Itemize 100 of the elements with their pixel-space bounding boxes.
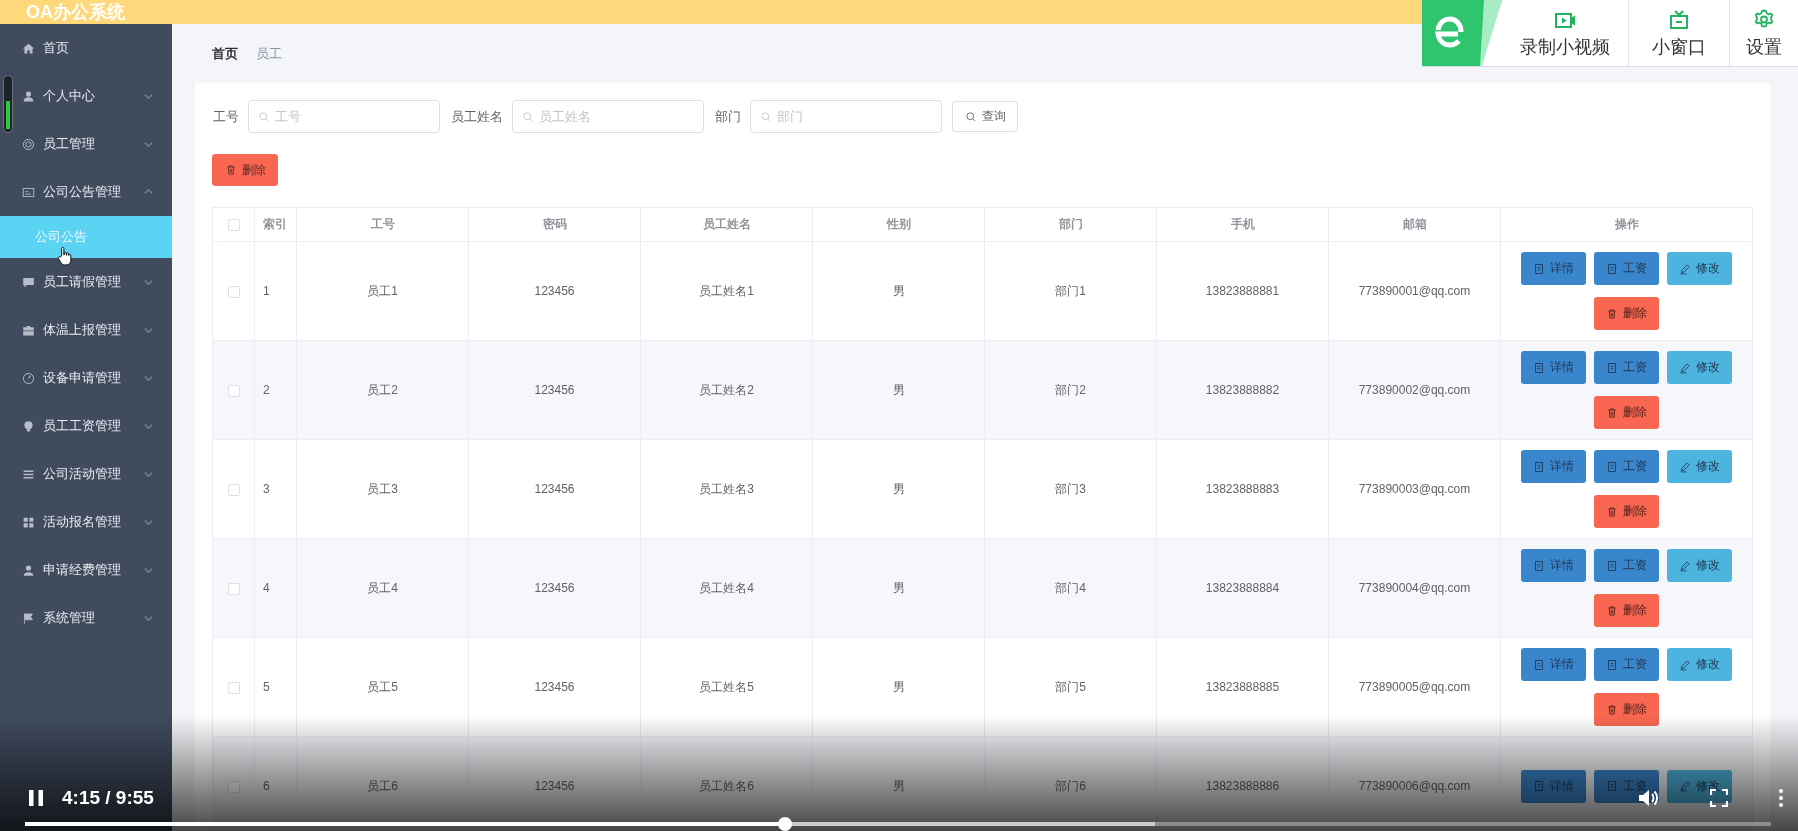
search-button[interactable]: 查询 <box>952 101 1018 132</box>
column-header: 部门 <box>984 207 1157 242</box>
table-cell: 员工1 <box>296 241 469 341</box>
breadcrumb-item[interactable]: 首页 <box>212 44 238 63</box>
file-icon <box>1533 559 1545 572</box>
action-button[interactable]: 详情 <box>1521 252 1586 285</box>
action-button[interactable]: 修改 <box>1667 549 1732 582</box>
action-button[interactable]: 工资 <box>1594 648 1659 681</box>
table-cell: 123456 <box>468 637 641 737</box>
checkbox[interactable] <box>227 681 240 694</box>
trash-icon <box>1606 307 1618 320</box>
table-cell: 4 <box>254 538 297 638</box>
file-icon <box>1533 361 1545 374</box>
table-cell: 13823888885 <box>1156 637 1329 737</box>
audio-meter-icon <box>3 75 13 133</box>
action-button[interactable]: 删除 <box>1594 297 1659 330</box>
player-tool-button[interactable]: 小窗口 <box>1629 0 1730 66</box>
action-button[interactable]: 工资 <box>1594 450 1659 483</box>
action-button[interactable]: 修改 <box>1667 450 1732 483</box>
table-cell: 773890002@qq.com <box>1328 340 1501 440</box>
sidebar-item[interactable]: 公司公告管理 <box>0 168 172 216</box>
table-cell: 123456 <box>468 538 641 638</box>
table-cell: 员工3 <box>296 439 469 539</box>
pause-icon[interactable] <box>28 789 44 807</box>
field-label: 员工姓名 <box>451 107 503 126</box>
sidebar-item[interactable]: 员工管理 <box>0 120 172 168</box>
action-button[interactable]: 删除 <box>1594 495 1659 528</box>
table-cell: 员工姓名4 <box>640 538 813 638</box>
checkbox[interactable] <box>227 780 240 793</box>
table-cell: 5 <box>254 637 297 737</box>
file-icon <box>1606 262 1618 275</box>
field-label: 部门 <box>715 107 741 126</box>
table-cell: 13823888884 <box>1156 538 1329 638</box>
table-cell: 1 <box>254 241 297 341</box>
search-icon <box>258 111 270 123</box>
pencil-icon <box>1679 559 1691 572</box>
search-field[interactable]: 工号 <box>248 100 440 133</box>
action-button[interactable]: 详情 <box>1521 549 1586 582</box>
file-icon <box>1533 780 1545 792</box>
trash-icon <box>1606 505 1618 518</box>
delete-button[interactable]: 删除 <box>212 154 278 186</box>
sidebar-item[interactable]: 个人中心 <box>0 72 172 120</box>
action-button[interactable]: 详情 <box>1521 351 1586 384</box>
table-cell: 员工姓名1 <box>640 241 813 341</box>
progress-track[interactable] <box>25 817 1771 831</box>
checkbox[interactable] <box>227 285 240 298</box>
search-icon <box>522 111 534 123</box>
action-button[interactable]: 修改 <box>1667 351 1732 384</box>
pencil-icon <box>1679 460 1691 473</box>
sidebar-item[interactable]: 首页 <box>0 24 172 72</box>
table-cell: 13823888886 <box>1156 736 1329 831</box>
sidebar-item[interactable]: 活动报名管理 <box>0 498 172 546</box>
search-field[interactable]: 员工姓名 <box>512 100 704 133</box>
table-cell: 员工2 <box>296 340 469 440</box>
action-button[interactable]: 详情 <box>1521 648 1586 681</box>
sidebar-item[interactable]: 申请经费管理 <box>0 546 172 594</box>
more-icon[interactable] <box>1778 788 1784 808</box>
checkbox[interactable] <box>227 219 240 232</box>
field-label: 工号 <box>213 107 239 126</box>
table-cell: 部门4 <box>984 538 1157 638</box>
sidebar-item[interactable]: 系统管理 <box>0 594 172 642</box>
table-cell: 男 <box>812 340 985 440</box>
checkbox[interactable] <box>227 384 240 397</box>
action-button[interactable]: 删除 <box>1594 594 1659 627</box>
table-cell: 773890003@qq.com <box>1328 439 1501 539</box>
table-cell: 123456 <box>468 340 641 440</box>
action-button[interactable]: 删除 <box>1594 396 1659 429</box>
table-cell: 773890006@qq.com <box>1328 736 1501 831</box>
action-button[interactable]: 修改 <box>1667 648 1732 681</box>
action-button[interactable]: 工资 <box>1594 252 1659 285</box>
breadcrumb-item[interactable]: 员工 <box>256 44 282 63</box>
checkbox[interactable] <box>227 582 240 595</box>
table-cell: 123456 <box>468 241 641 341</box>
pencil-icon <box>1679 658 1691 671</box>
table-cell: 773890004@qq.com <box>1328 538 1501 638</box>
sidebar-item[interactable]: 设备申请管理 <box>0 354 172 402</box>
table-cell: 员工姓名3 <box>640 439 813 539</box>
action-button[interactable]: 详情 <box>1521 450 1586 483</box>
action-button[interactable]: 工资 <box>1594 549 1659 582</box>
file-icon <box>1606 361 1618 374</box>
action-button[interactable]: 删除 <box>1594 693 1659 726</box>
player-tool-button[interactable]: 录制小视频 <box>1502 0 1629 66</box>
hand-cursor-icon <box>57 246 73 266</box>
table-cell: 男 <box>812 637 985 737</box>
pencil-icon <box>1679 361 1691 374</box>
home-icon <box>22 41 35 55</box>
action-button[interactable]: 工资 <box>1594 351 1659 384</box>
table-cell: 员工姓名5 <box>640 637 813 737</box>
sidebar-item[interactable]: 体温上报管理 <box>0 306 172 354</box>
action-button[interactable]: 修改 <box>1667 252 1732 285</box>
sidebar-item[interactable]: 公司活动管理 <box>0 450 172 498</box>
checkbox[interactable] <box>227 483 240 496</box>
sidebar-item[interactable]: 员工请假管理 <box>0 258 172 306</box>
player-tool-button[interactable]: 设置 <box>1730 0 1798 66</box>
sidebar-item[interactable]: 员工工资管理 <box>0 402 172 450</box>
column-header: 性别 <box>812 207 985 242</box>
table-cell: 123456 <box>468 736 641 831</box>
tv-icon <box>1667 7 1691 32</box>
table-cell: 13823888882 <box>1156 340 1329 440</box>
trash-icon <box>1606 406 1618 419</box>
